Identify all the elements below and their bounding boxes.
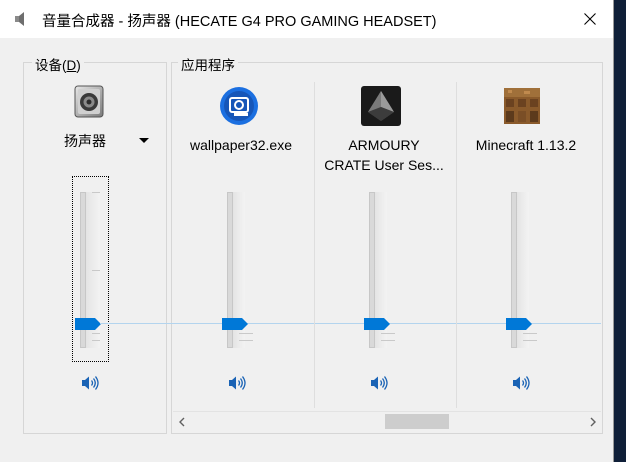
tick [381,333,395,334]
device-mute-speaker-icon[interactable] [81,375,101,391]
minecraft-icon[interactable] [502,86,542,126]
mute-speaker-icon[interactable] [228,375,248,391]
volume-mixer-window: 音量合成器 - 扬声器 (HECATE G4 PRO GAMING HEADSE… [0,0,614,462]
column-separator [456,82,457,408]
close-icon [584,13,596,25]
device-group-label[interactable]: 设备(D) [32,54,84,74]
tick [381,340,395,341]
scroll-right-arrow-icon[interactable] [584,412,601,431]
device-name[interactable]: 扬声器 [64,131,106,151]
tick [239,333,253,334]
tick [92,270,100,271]
mute-speaker-icon[interactable] [370,375,390,391]
speaker-device-icon[interactable] [72,84,108,120]
app-name-minecraft: Minecraft 1.13.2 [475,137,577,153]
scrollbar-thumb[interactable] [385,414,449,429]
tick [523,333,537,334]
slider-thumb[interactable] [506,318,533,330]
scroll-left-arrow-icon[interactable] [173,412,190,431]
tick [92,333,100,334]
horizontal-scrollbar[interactable] [173,411,601,431]
slider-thumb[interactable] [364,318,391,330]
slider-thumb[interactable] [222,318,249,330]
tick [92,192,100,193]
tick [523,340,537,341]
app-name-wallpaper32: wallpaper32.exe [190,137,292,153]
tick [239,340,253,341]
app-name-armoury-crate: ARMOURY CRATE User Ses... [324,137,444,173]
close-button[interactable] [567,0,613,38]
armoury-crate-icon[interactable] [361,86,401,126]
title-bar: 音量合成器 - 扬声器 (HECATE G4 PRO GAMING HEADSE… [0,0,613,38]
device-slider-thumb[interactable] [75,318,102,330]
applications-group-label: 应用程序 [178,54,238,74]
tick [92,340,100,341]
column-separator [314,82,315,408]
window-title: 音量合成器 - 扬声器 (HECATE G4 PRO GAMING HEADSE… [42,14,437,30]
wallpaper-engine-icon[interactable] [219,86,259,126]
mute-speaker-icon[interactable] [512,375,532,391]
speaker-title-icon [14,11,32,27]
device-dropdown-chevron-icon[interactable] [138,133,150,143]
